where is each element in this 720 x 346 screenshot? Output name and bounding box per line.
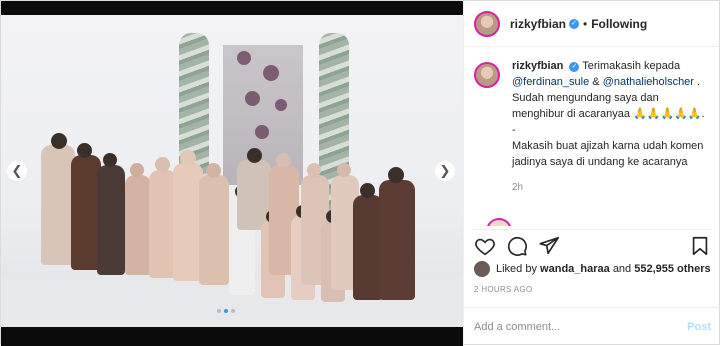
person [97, 165, 125, 275]
person-head [388, 167, 404, 183]
comments-section: rizkyfbian ✓ Terimakasih kepada @ferdina… [474, 58, 713, 226]
instagram-post: ❮ ❯ rizkyfbian ✓ • Following rizkyfbian … [0, 0, 720, 346]
next-comment-avatar[interactable] [486, 218, 512, 226]
flower [237, 51, 251, 65]
person-head [103, 153, 117, 167]
post-photo[interactable]: ❮ ❯ [1, 1, 463, 346]
verified-badge-icon: ✓ [569, 62, 580, 72]
action-bar [472, 229, 713, 259]
comment-icon[interactable] [506, 235, 528, 257]
caption: rizkyfbian ✓ Terimakasih kepada @ferdina… [474, 58, 713, 196]
bookmark-icon[interactable] [689, 235, 711, 257]
likes-and: and [612, 263, 632, 275]
person [41, 145, 75, 265]
carousel-dot [217, 309, 221, 313]
liker-avatar[interactable] [474, 261, 490, 277]
username-link[interactable]: rizkyfbian [510, 17, 566, 31]
post-comment-button[interactable]: Post [687, 321, 711, 333]
carousel-indicator [217, 309, 235, 313]
following-button[interactable]: Following [591, 17, 647, 31]
caption-text: & [592, 76, 600, 88]
carousel-dot [231, 309, 235, 313]
carousel-dot-active [224, 309, 228, 313]
person [379, 180, 415, 300]
flower [255, 125, 269, 139]
event-photo-scene [1, 15, 463, 327]
avatar[interactable] [474, 10, 500, 37]
person-head [206, 163, 221, 178]
person-head [51, 133, 67, 149]
caption-avatar[interactable] [474, 62, 500, 88]
verified-badge-icon: ✓ [569, 18, 580, 29]
likes-summary: Liked by wanda_haraa and 552,955 others [474, 261, 711, 277]
carousel-next-button[interactable]: ❯ [435, 161, 455, 181]
person-head [337, 163, 351, 177]
caption-body: rizkyfbian ✓ Terimakasih kepada @ferdina… [512, 58, 712, 196]
flower [245, 91, 260, 106]
person-head [77, 143, 92, 158]
mention-link[interactable]: @nathalieholscher [603, 76, 694, 88]
caption-username-link[interactable]: rizkyfbian [512, 60, 563, 72]
person-head [360, 183, 375, 198]
person-head [247, 148, 262, 163]
comment-input[interactable] [474, 321, 688, 333]
chevron-right-icon: ❯ [439, 163, 451, 178]
share-icon[interactable] [538, 235, 560, 257]
likes-count-link[interactable]: 552,955 others [634, 263, 710, 275]
liker-username-link[interactable]: wanda_haraa [540, 263, 610, 275]
caption-dash: - [512, 124, 516, 136]
caption-time: 2h [512, 182, 524, 193]
post-timestamp[interactable]: 2 HOURS AGO [474, 285, 532, 294]
heart-icon[interactable] [474, 235, 496, 257]
flower [275, 99, 287, 111]
chevron-left-icon: ❮ [11, 163, 23, 178]
flower [263, 65, 279, 81]
person [199, 175, 229, 285]
person-head [155, 157, 170, 172]
carousel-prev-button[interactable]: ❮ [7, 161, 27, 181]
mention-link[interactable]: @ferdinan_sule [512, 76, 589, 88]
caption-text: Terimakasih kepada [582, 60, 681, 72]
person-head [180, 150, 196, 166]
person [125, 175, 151, 275]
separator-dot: • [583, 16, 588, 31]
caption-text-2: Makasih buat ajizah karna udah komen jad… [512, 140, 704, 168]
likes-prefix: Liked by [496, 263, 537, 275]
post-sidebar: rizkyfbian ✓ • Following rizkyfbian ✓ Te… [463, 1, 720, 346]
person-head [307, 163, 321, 177]
add-comment-bar: Post [464, 307, 720, 346]
person-head [130, 163, 144, 177]
person-head [276, 153, 291, 168]
post-header: rizkyfbian ✓ • Following [464, 1, 720, 47]
